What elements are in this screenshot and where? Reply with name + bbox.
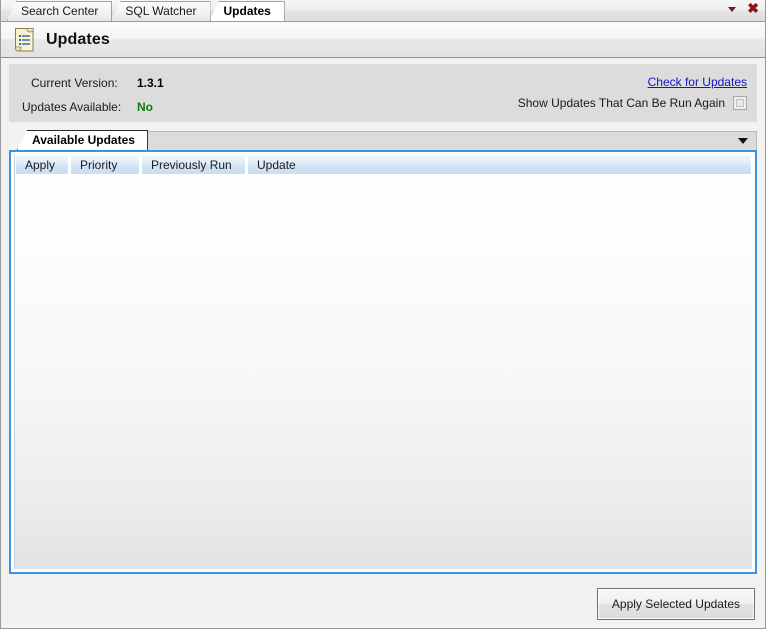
page-title: Updates <box>46 30 110 48</box>
grid-inner: Apply Priority Previously Run Update <box>14 155 752 569</box>
grid-column-apply[interactable]: Apply <box>15 155 69 175</box>
page-header: Updates <box>1 22 765 58</box>
check-for-updates-link[interactable]: Check for Updates <box>648 75 747 89</box>
grid-body-empty <box>15 175 752 569</box>
window-tab-sql-watcher[interactable]: SQL Watcher <box>111 1 211 21</box>
version-info-panel: Current Version: 1.3.1 Updates Available… <box>9 64 757 122</box>
current-version-value: 1.3.1 <box>137 76 164 90</box>
window-tab-updates[interactable]: Updates <box>209 1 285 21</box>
chevron-down-icon[interactable] <box>738 138 748 144</box>
show-rerun-updates-label: Show Updates That Can Be Run Again <box>517 96 725 110</box>
current-version-label: Current Version: <box>31 76 118 90</box>
updates-window: Search Center SQL Watcher Updates ✖ Upda… <box>0 0 766 629</box>
window-tab-label: SQL Watcher <box>125 4 197 18</box>
inner-tab-label: Available Updates <box>32 133 135 147</box>
chevron-down-icon[interactable] <box>727 3 738 14</box>
apply-selected-updates-button[interactable]: Apply Selected Updates <box>596 588 755 620</box>
window-controls: ✖ <box>727 1 759 15</box>
show-rerun-updates-field: Show Updates That Can Be Run Again <box>518 96 747 110</box>
grid-column-priority[interactable]: Priority <box>70 155 140 175</box>
inner-tab-filler <box>146 131 757 150</box>
grid-header-row: Apply Priority Previously Run Update <box>15 155 752 175</box>
updates-available-label: Updates Available: <box>22 100 122 114</box>
close-icon[interactable]: ✖ <box>747 1 759 15</box>
available-updates-grid: Apply Priority Previously Run Update <box>9 150 757 574</box>
updates-available-value: No <box>137 100 153 114</box>
window-tab-search-center[interactable]: Search Center <box>7 1 113 21</box>
footer-bar: Apply Selected Updates <box>1 580 765 628</box>
tab-available-updates[interactable]: Available Updates <box>17 130 148 150</box>
window-tab-bar: Search Center SQL Watcher Updates ✖ <box>1 0 765 22</box>
show-rerun-updates-checkbox[interactable] <box>733 96 747 110</box>
window-tab-label: Updates <box>223 4 271 18</box>
inner-tab-bar: Available Updates <box>9 130 757 150</box>
document-list-icon <box>11 26 37 54</box>
grid-column-update[interactable]: Update <box>247 155 752 175</box>
grid-column-previously-run[interactable]: Previously Run <box>141 155 246 175</box>
window-tab-label: Search Center <box>21 4 99 18</box>
